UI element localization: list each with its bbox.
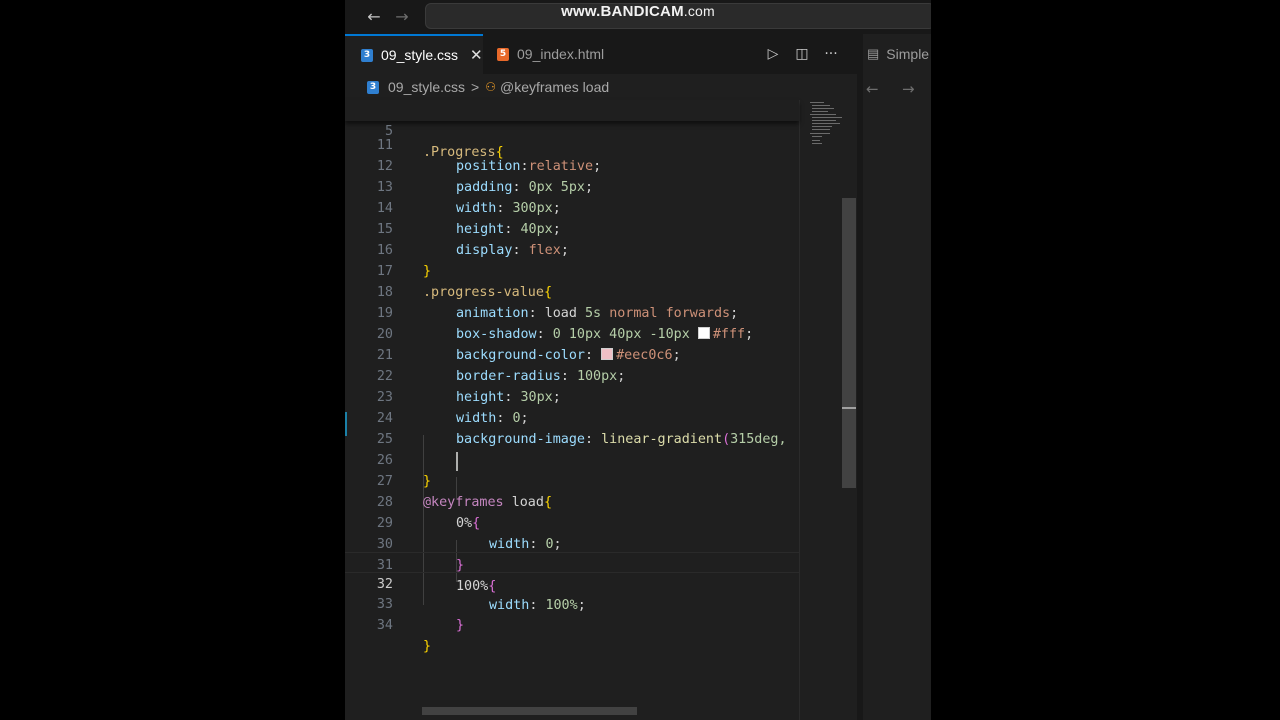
back-arrow-icon[interactable]: ←: [866, 80, 879, 98]
breadcrumb-symbol[interactable]: @keyframes load: [500, 79, 609, 95]
html-file-icon: 5: [497, 47, 509, 61]
code-line[interactable]: 15 display: flex;: [345, 198, 799, 258]
code-line[interactable]: 17 .progress-value{: [345, 240, 799, 300]
code-line[interactable]: 29 width: 0;: [345, 492, 799, 552]
minimap-line: [810, 102, 824, 103]
minimap-line: [810, 133, 830, 134]
code-line[interactable]: 26 }: [345, 429, 799, 489]
code-line[interactable]: 18 animation: load 5s normal forwards;: [345, 261, 799, 321]
css-file-icon: 3: [367, 80, 379, 94]
closing-brace: }: [456, 618, 465, 633]
breadcrumb-file[interactable]: 09_style.css: [388, 79, 465, 95]
horizontal-scrollbar[interactable]: [422, 707, 637, 715]
tab-09-index-html[interactable]: 5 09_index.html: [497, 34, 604, 74]
vscode-window: ← → www.BANDICAM.com 3 09_style.css ✕ 5 …: [345, 0, 931, 720]
recording-watermark: www.BANDICAM.com: [345, 3, 931, 20]
brace: {: [495, 145, 504, 160]
code-line[interactable]: 34 }: [345, 594, 799, 654]
code-line[interactable]: 23 width: 0;: [345, 366, 799, 426]
css-file-icon: 3: [361, 48, 373, 62]
minimap-line: [812, 105, 830, 106]
text-cursor: [456, 452, 458, 471]
title-bar: ← → www.BANDICAM.com: [345, 0, 931, 34]
tab-simple-browser[interactable]: ▤ Simple: [867, 34, 929, 74]
tab-label: 09_index.html: [517, 46, 605, 62]
css-selector: .Progress: [423, 145, 496, 160]
code-line[interactable]: 14 height: 40px;: [345, 177, 799, 237]
minimap-line: [812, 140, 820, 141]
code-line[interactable]: 20 background-color: #eec0c6;: [345, 303, 799, 363]
scrollbar-cursor-marker: [842, 407, 856, 409]
tab-label: Simple: [886, 46, 930, 62]
symbol-keyframes-icon: ⚇: [485, 80, 496, 94]
group-divider: [857, 34, 863, 720]
code-line[interactable]: 28 0%{: [345, 471, 799, 531]
sticky-scroll-line[interactable]: 5 .Progress{: [345, 100, 799, 160]
code-line[interactable]: 33 }: [345, 573, 799, 633]
minimap-line: [812, 143, 822, 144]
breadcrumb-separator: >: [471, 79, 480, 95]
browser-preview-icon: ▤: [867, 46, 880, 61]
code-line[interactable]: 13 width: 300px;: [345, 156, 799, 216]
code-line[interactable]: 25: [345, 408, 799, 447]
code-line-current[interactable]: 32 width: 100%;: [345, 552, 799, 613]
line-number: 5: [384, 124, 393, 139]
minimap-line: [812, 120, 836, 121]
code-editor[interactable]: 5 .Progress{ 11 position:relative; 12 pa…: [345, 100, 799, 720]
code-line[interactable]: 27 @keyframes load{: [345, 450, 799, 510]
minimap-line: [812, 117, 842, 118]
minimap-line: [812, 123, 840, 124]
minimap-line: [812, 108, 834, 109]
closing-brace: }: [423, 639, 432, 654]
minimap[interactable]: [799, 100, 844, 720]
tab-09-style-css[interactable]: 3 09_style.css ✕: [345, 34, 483, 74]
code-line[interactable]: 30 }: [345, 513, 799, 573]
minimap-line: [812, 136, 822, 137]
forward-arrow-icon[interactable]: →: [902, 80, 915, 98]
split-editor-icon[interactable]: ◫: [792, 44, 812, 64]
minimap-line: [812, 129, 830, 130]
vertical-scrollbar[interactable]: [842, 198, 856, 488]
code-line[interactable]: 21 border-radius: 100px;: [345, 324, 799, 384]
gutter-change-indicator: [345, 412, 347, 436]
minimap-line: [812, 126, 832, 127]
tab-label: 09_style.css: [381, 47, 459, 63]
code-line[interactable]: 19 box-shadow: 0 10px 40px -10px #fff;: [345, 282, 799, 342]
code-line[interactable]: 24 background-image: linear-gradient(315…: [345, 387, 799, 447]
close-icon[interactable]: ✕: [470, 46, 483, 64]
minimap-line: [810, 114, 836, 115]
line-number: 34: [376, 618, 393, 633]
code-line[interactable]: 16 }: [345, 219, 799, 279]
run-icon[interactable]: ▷: [763, 44, 783, 64]
breadcrumb: 3 09_style.css > ⚇ @keyframes load: [345, 74, 857, 100]
code-line[interactable]: 12 padding: 0px 5px;: [345, 135, 799, 195]
minimap-line: [812, 111, 828, 112]
watermark-main: www.BANDICAM: [561, 3, 684, 20]
right-editor-group: [857, 34, 931, 720]
code-line[interactable]: 22 height: 30px;: [345, 345, 799, 405]
watermark-suffix: .com: [683, 3, 715, 19]
more-actions-icon[interactable]: ···: [821, 44, 841, 64]
